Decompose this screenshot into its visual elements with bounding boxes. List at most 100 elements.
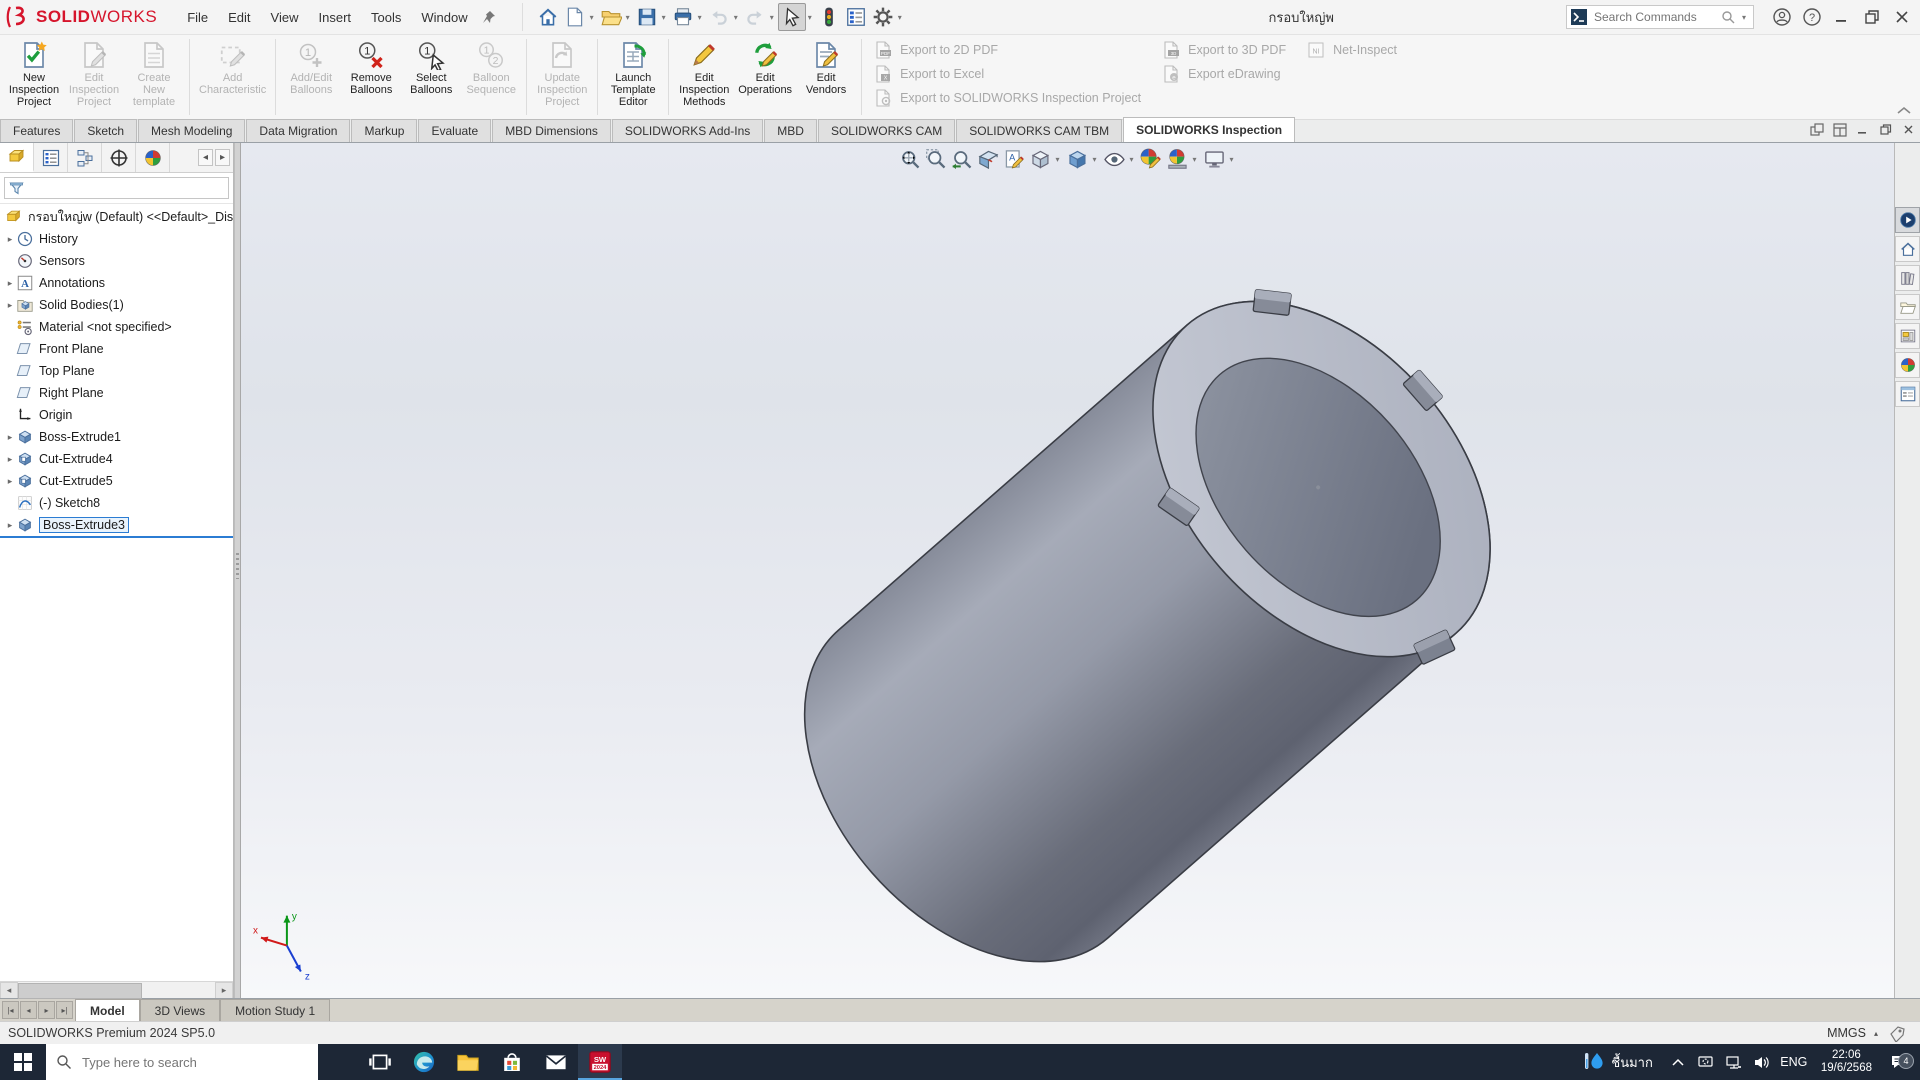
tree-item-right-plane[interactable]: Right Plane (0, 382, 233, 404)
tree-item-sensors[interactable]: Sensors (0, 250, 233, 272)
tree-item-top-plane[interactable]: Top Plane (0, 360, 233, 382)
menu-view[interactable]: View (261, 6, 309, 29)
zoom-fit-button[interactable] (898, 148, 921, 171)
dropdown-arrow-icon[interactable]: ▾ (808, 13, 812, 22)
tab-evaluate[interactable]: Evaluate (418, 119, 491, 142)
tree-filter-input[interactable] (4, 177, 229, 199)
view-settings-button[interactable] (1203, 148, 1226, 171)
display-style-button[interactable] (1065, 148, 1088, 171)
tabs-scroll-left-icon[interactable]: ◂ (198, 149, 213, 166)
undo-button[interactable] (706, 4, 732, 30)
manager-tab-dimxpert-manager[interactable] (102, 143, 136, 172)
tab-solidworks-cam-tbm[interactable]: SOLIDWORKS CAM TBM (956, 119, 1122, 142)
view-palette-button[interactable] (1895, 323, 1920, 349)
doc-minimize-icon[interactable] (1855, 122, 1870, 137)
expand-arrow-icon[interactable]: ▸ (4, 432, 16, 443)
dropdown-arrow-icon[interactable]: ▾ (698, 13, 702, 22)
tree-item-boss-extrude1[interactable]: ▸Boss-Extrude1 (0, 426, 233, 448)
last-tab-icon[interactable]: ▸| (56, 1001, 73, 1019)
splitter-grip[interactable] (236, 553, 239, 579)
menu-edit[interactable]: Edit (218, 6, 260, 29)
inspection-new-button[interactable]: New Inspection Project (4, 37, 64, 108)
edge-browser-taskbar-button[interactable] (402, 1044, 446, 1080)
tab-mbd-dimensions[interactable]: MBD Dimensions (492, 119, 611, 142)
edit-methods-button[interactable]: Edit Inspection Methods (674, 37, 734, 108)
expand-arrow-icon[interactable]: ▸ (4, 278, 16, 289)
dropdown-arrow-icon[interactable]: ▾ (734, 13, 738, 22)
balloons-remove-button[interactable]: 1Remove Balloons (341, 37, 401, 96)
home-button[interactable] (535, 4, 561, 30)
file-explorer-taskbar-taskbar-button[interactable] (446, 1044, 490, 1080)
expand-arrow-icon[interactable]: ▸ (4, 520, 16, 531)
weather-widget[interactable]: ชื้นมาก (1573, 1051, 1662, 1073)
expand-arrow-icon[interactable]: ▸ (4, 454, 16, 465)
close-icon[interactable] (1890, 5, 1914, 29)
search-commands-input[interactable] (1592, 9, 1716, 25)
tag-icon[interactable] (1888, 1024, 1906, 1042)
tree-item-boss-extrude3[interactable]: ▸Boss-Extrude3 (0, 514, 233, 538)
tree-item-solid-bodies-1[interactable]: ▸Solid Bodies(1) (0, 294, 233, 316)
mail-taskbar-button[interactable] (534, 1044, 578, 1080)
expand-arrow-icon[interactable]: ▸ (4, 234, 16, 245)
tree-item-cut-extrude5[interactable]: ▸Cut-Extrude5 (0, 470, 233, 492)
dropdown-arrow-icon[interactable]: ▾ (1092, 155, 1096, 164)
microsoft-store-taskbar-button[interactable] (490, 1044, 534, 1080)
new-document-button[interactable] (562, 4, 588, 30)
scrollbar-thumb[interactable] (18, 983, 142, 999)
network-icon[interactable] (1721, 1054, 1747, 1071)
scrollbar-track[interactable] (18, 983, 215, 998)
dropdown-arrow-icon[interactable]: ▾ (1230, 155, 1234, 164)
open-folder-button[interactable] (598, 4, 624, 30)
tray-expand-icon[interactable] (1665, 1058, 1691, 1066)
task-view-taskbar-button[interactable] (358, 1044, 402, 1080)
doc-close-icon[interactable] (1901, 122, 1916, 137)
arrange-windows-icon[interactable] (1809, 122, 1824, 137)
tab-data-migration[interactable]: Data Migration (246, 119, 350, 142)
manager-tab-property-manager[interactable] (34, 143, 68, 172)
search-icon[interactable] (1721, 10, 1736, 25)
manager-tab-part-yellow[interactable] (0, 143, 34, 172)
doc-restore-icon[interactable] (1878, 122, 1893, 137)
print-button[interactable] (670, 4, 696, 30)
tab-sketch[interactable]: Sketch (74, 119, 137, 142)
dropdown-arrow-icon[interactable]: ▾ (898, 13, 902, 22)
tree-item-history[interactable]: ▸History (0, 228, 233, 250)
tree-root-part[interactable]: กรอบใหญ่w (Default) <<Default>_Displ (0, 206, 233, 228)
minimize-icon[interactable] (1830, 5, 1854, 29)
tree-item-front-plane[interactable]: Front Plane (0, 338, 233, 360)
tree-item-material-not-specified[interactable]: Material <not specified> (0, 316, 233, 338)
graphics-viewport[interactable]: y x z A▾▾▾▾▾ (241, 143, 1894, 998)
connect-icon[interactable] (1693, 1054, 1719, 1071)
model-tab-3d-views[interactable]: 3D Views (140, 999, 220, 1021)
tab-solidworks-cam[interactable]: SOLIDWORKS CAM (818, 119, 955, 142)
file-explorer-pane-button[interactable] (1895, 294, 1920, 320)
dropdown-arrow-icon[interactable]: ▾ (626, 13, 630, 22)
scroll-left-icon[interactable]: ◂ (0, 982, 18, 999)
taskbar-search-box[interactable] (46, 1044, 318, 1080)
panel-horizontal-scrollbar[interactable]: ◂ ▸ (0, 981, 233, 998)
panel-splitter[interactable] (234, 143, 241, 998)
speaker-icon[interactable] (1749, 1054, 1775, 1071)
model-tab-model[interactable]: Model (75, 999, 140, 1021)
dropdown-arrow-icon[interactable]: ▾ (770, 13, 774, 22)
next-tab-icon[interactable]: ▸ (38, 1001, 55, 1019)
tree-item-annotations[interactable]: ▸AAnnotations (0, 272, 233, 294)
prev-tab-icon[interactable]: ◂ (20, 1001, 37, 1019)
redo-button[interactable] (742, 4, 768, 30)
tile-windows-icon[interactable] (1832, 122, 1847, 137)
search-dropdown-icon[interactable]: ▾ (1742, 13, 1746, 22)
tabs-scroll-right-icon[interactable]: ▸ (215, 149, 230, 166)
custom-properties-button[interactable] (1895, 381, 1920, 407)
manager-tab-configuration-manager[interactable] (68, 143, 102, 172)
template-editor-button[interactable]: Launch Template Editor (603, 37, 663, 108)
menu-tools[interactable]: Tools (361, 6, 411, 29)
appearances-ball-button[interactable] (1895, 352, 1920, 378)
expand-arrow-icon[interactable]: ▸ (4, 476, 16, 487)
tree-item-cut-extrude4[interactable]: ▸Cut-Extrude4 (0, 448, 233, 470)
solidworks-2024-taskbar-button[interactable]: SW2024 (578, 1044, 622, 1080)
save-button[interactable] (634, 4, 660, 30)
dropdown-arrow-icon[interactable]: ▾ (590, 13, 594, 22)
tab-mesh-modeling[interactable]: Mesh Modeling (138, 119, 245, 142)
ribbon-collapse-icon[interactable] (1896, 105, 1912, 115)
sw-resources-button[interactable] (1895, 207, 1920, 233)
